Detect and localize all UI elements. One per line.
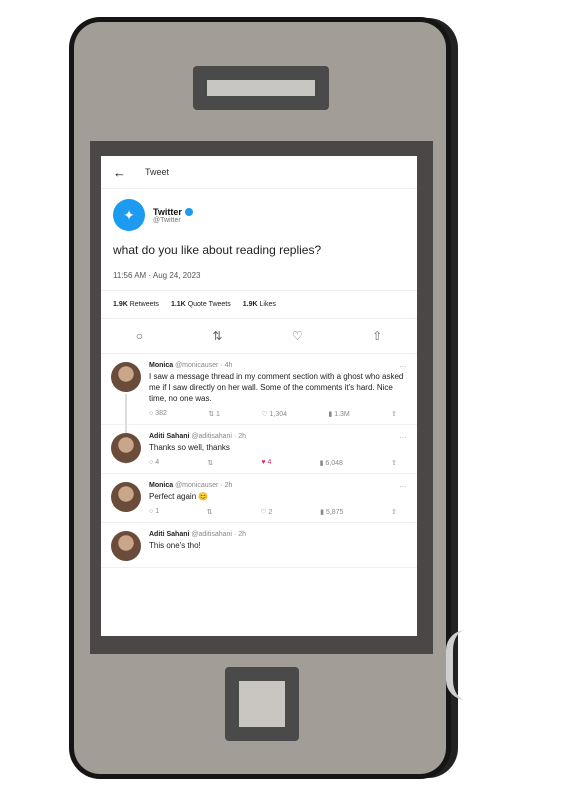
views-count: 6,048 bbox=[325, 460, 343, 467]
like-count: 4 bbox=[267, 459, 272, 466]
author-name-text: Twitter bbox=[153, 206, 182, 217]
tweet-text: what do you like about reading replies? bbox=[113, 243, 322, 257]
reply-item[interactable]: Monica @monicauser · 2h Perfect again 😊 … bbox=[101, 474, 417, 523]
tweet-author[interactable]: ✦ Twitter @Twitter bbox=[101, 189, 417, 235]
pixel-phone-illustration: ← Tweet ✦ Twitter @Twitter what do you l… bbox=[0, 0, 561, 797]
reply-header: Aditi Sahani @aditisahani · 2h bbox=[149, 433, 407, 440]
stat-quotes-value: 1.1K bbox=[170, 301, 186, 308]
reply-text: Perfect again 😊 bbox=[149, 492, 209, 501]
home-button[interactable] bbox=[225, 667, 299, 741]
reply-handle: @monicauser · 4h bbox=[175, 362, 233, 369]
page-title: Tweet bbox=[145, 167, 170, 177]
reply-header: Monica @monicauser · 4h bbox=[149, 362, 407, 369]
avatar[interactable] bbox=[111, 433, 141, 463]
views-count: 5,875 bbox=[325, 509, 344, 516]
reply-icon[interactable]: ○ 4 bbox=[149, 459, 159, 467]
reply-author-name[interactable]: Monica bbox=[149, 362, 173, 369]
reply-actions: ○ 1 ⇅ ♡ 2 ▮ 5,875 ⇧ bbox=[149, 508, 407, 516]
reply-body: Aditi Sahani @aditisahani · 2h This one'… bbox=[149, 531, 407, 561]
tweet-timestamp: 11:56 AM · Aug 24, 2023 bbox=[101, 261, 417, 291]
retweet-count: 1 bbox=[216, 411, 220, 418]
reply-body: Monica @monicauser · 2h Perfect again 😊 … bbox=[149, 482, 407, 516]
verified-badge-icon bbox=[184, 208, 193, 217]
stat-retweets-value: 1.9K bbox=[113, 301, 128, 308]
reply-handle: @aditisahani · 2h bbox=[191, 433, 246, 440]
tweet-topbar: ← Tweet bbox=[101, 156, 417, 189]
phone-outline-right bbox=[446, 85, 458, 715]
like-icon[interactable]: ♡ 2 bbox=[260, 508, 272, 516]
retweet-icon[interactable]: ⇅ bbox=[207, 508, 213, 516]
stat-quotes-label: Quote Tweets bbox=[187, 301, 231, 308]
back-arrow-icon[interactable]: ← bbox=[113, 165, 135, 180]
reply-count: 382 bbox=[155, 410, 167, 417]
liked-heart-icon[interactable]: ♥ 4 bbox=[261, 459, 271, 467]
avatar[interactable] bbox=[111, 482, 141, 512]
phone-speaker bbox=[193, 66, 329, 110]
author-handle: @Twitter bbox=[153, 216, 181, 224]
share-icon[interactable]: ⇧ bbox=[372, 329, 382, 343]
like-count: 2 bbox=[268, 509, 273, 516]
avatar[interactable] bbox=[111, 362, 141, 392]
stat-likes-value: 1.9K bbox=[242, 301, 258, 308]
share-icon[interactable]: ⇧ bbox=[391, 459, 397, 467]
reply-author-name[interactable]: Aditi Sahani bbox=[149, 433, 189, 440]
reply-author-name[interactable]: Monica bbox=[149, 482, 173, 489]
reply-item[interactable]: Monica @monicauser · 4h I saw a message … bbox=[101, 354, 417, 464]
like-icon[interactable]: ♡ 1,304 bbox=[261, 410, 287, 418]
stat-retweets-label: Retweets bbox=[129, 301, 159, 308]
share-icon[interactable]: ⇧ bbox=[391, 410, 397, 418]
stat-likes-label: Likes bbox=[259, 301, 276, 308]
views-icon[interactable]: ▮ 5,875 bbox=[320, 508, 343, 516]
views-icon[interactable]: ▮ 1.3M bbox=[328, 410, 349, 418]
more-icon[interactable]: ··· bbox=[399, 482, 407, 491]
views-count: 1.3M bbox=[334, 411, 350, 418]
reply-count: 1 bbox=[155, 508, 160, 515]
like-count: 1,304 bbox=[269, 411, 288, 418]
stat-retweets[interactable]: 1.9K Retweets bbox=[113, 301, 159, 308]
reply-icon[interactable]: ○ 1 bbox=[149, 508, 159, 516]
reply-body: Aditi Sahani @aditisahani · 2h Thanks so… bbox=[149, 433, 407, 467]
reply-actions: ○ 382 ⇅ 1 ♡ 1,304 ▮ 1.3M ⇧ bbox=[149, 410, 407, 418]
twitter-bird-icon[interactable]: ✦ bbox=[113, 199, 145, 231]
author-name[interactable]: Twitter bbox=[153, 207, 193, 217]
avatar[interactable] bbox=[111, 531, 141, 561]
tweet-actions: ○ ⇅ ♡ ⇧ bbox=[101, 319, 417, 354]
views-icon[interactable]: ▮ 6,048 bbox=[320, 459, 343, 467]
stat-quotes[interactable]: 1.1K Quote Tweets bbox=[171, 301, 231, 308]
retweet-icon[interactable]: ⇅ bbox=[212, 329, 222, 343]
share-icon[interactable]: ⇧ bbox=[391, 508, 397, 516]
reply-count: 4 bbox=[155, 459, 160, 466]
stat-likes[interactable]: 1.9K Likes bbox=[243, 301, 276, 308]
phone-screen: ← Tweet ✦ Twitter @Twitter what do you l… bbox=[101, 156, 417, 636]
reply-item[interactable]: Aditi Sahani @aditisahani · 2h This one'… bbox=[101, 523, 417, 568]
reply-icon[interactable]: ○ 382 bbox=[149, 410, 167, 418]
reply-text: Thanks so well, thanks bbox=[149, 443, 230, 452]
reply-body: Monica @monicauser · 4h I saw a message … bbox=[149, 362, 407, 418]
home-button-face bbox=[239, 681, 285, 727]
retweet-icon[interactable]: ⇅ bbox=[207, 459, 213, 467]
like-icon[interactable]: ♡ bbox=[292, 329, 303, 343]
retweet-icon[interactable]: ⇅ 1 bbox=[208, 410, 220, 418]
tweet-stats: 1.9K Retweets 1.1K Quote Tweets 1.9K Lik… bbox=[101, 291, 417, 319]
reply-text: I saw a message thread in my comment sec… bbox=[149, 372, 404, 403]
more-icon[interactable]: ··· bbox=[399, 433, 407, 442]
phone-speaker-grille bbox=[207, 80, 315, 96]
reply-handle: @aditisahani · 2h bbox=[191, 531, 246, 538]
reply-icon[interactable]: ○ bbox=[136, 329, 143, 343]
author-info: Twitter @Twitter bbox=[153, 207, 193, 224]
reply-author-name[interactable]: Aditi Sahani bbox=[149, 531, 189, 538]
reply-item[interactable]: Aditi Sahani @aditisahani · 2h Thanks so… bbox=[101, 425, 417, 474]
reply-header: Monica @monicauser · 2h bbox=[149, 482, 407, 489]
reply-header: Aditi Sahani @aditisahani · 2h bbox=[149, 531, 407, 538]
reply-actions: ○ 4 ⇅ ♥ 4 ▮ 6,048 ⇧ bbox=[149, 459, 407, 467]
more-icon[interactable]: ··· bbox=[399, 362, 407, 371]
side-curve-decoration bbox=[446, 630, 471, 700]
reply-handle: @monicauser · 2h bbox=[175, 482, 233, 489]
reply-text: This one's tho! bbox=[149, 541, 201, 550]
